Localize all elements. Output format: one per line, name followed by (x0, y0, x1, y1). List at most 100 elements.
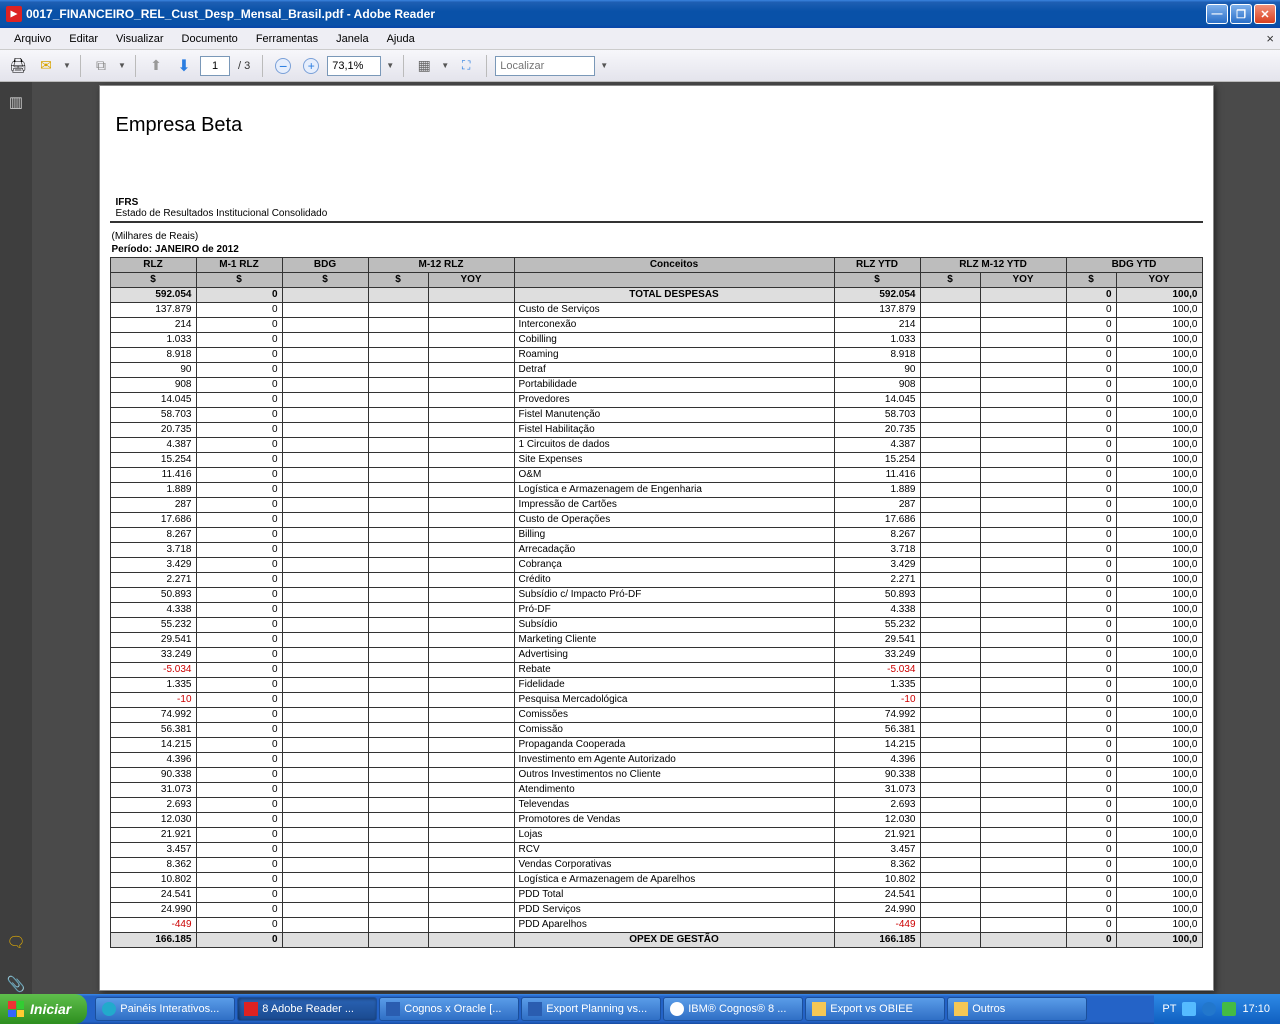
menu-janela[interactable]: Janela (328, 31, 376, 47)
menu-visualizar[interactable]: Visualizar (108, 31, 172, 47)
maximize-button[interactable]: ❐ (1230, 4, 1252, 24)
table-row: 1.8890 Logística e Armazenagem de Engenh… (110, 483, 1202, 498)
attachments-panel-icon[interactable]: 📎 (6, 974, 26, 994)
task-app-icon (244, 1002, 258, 1016)
task-item[interactable]: Export Planning vs... (521, 997, 661, 1021)
table-row: 9080 Portabilidade 908 0100,0 (110, 378, 1202, 393)
next-page-button[interactable] (172, 54, 196, 78)
find-dropdown-icon[interactable]: ▼ (599, 61, 609, 70)
task-item[interactable]: Cognos x Oracle [... (379, 997, 519, 1021)
table-row: -100 Pesquisa Mercadológica -10 0100,0 (110, 693, 1202, 708)
table-header-row-1: RLZ M-1 RLZ BDG M-12 RLZ Conceitos RLZ Y… (110, 258, 1202, 273)
zoom-in-button[interactable] (299, 54, 323, 78)
menubar-close-icon[interactable]: × (1266, 31, 1274, 46)
zoom-out-button[interactable] (271, 54, 295, 78)
table-row: 4.3380 Pró-DF 4.338 0100,0 (110, 603, 1202, 618)
tray-icon[interactable] (1202, 1002, 1216, 1016)
report-table: RLZ M-1 RLZ BDG M-12 RLZ Conceitos RLZ Y… (110, 257, 1203, 948)
table-row: 29.5410 Marketing Cliente 29.541 0100,0 (110, 633, 1202, 648)
table-row: 31.0730 Atendimento 31.073 0100,0 (110, 783, 1202, 798)
table-row: 900 Detraf 90 0100,0 (110, 363, 1202, 378)
table-row: 21.9210 Lojas 21.921 0100,0 (110, 828, 1202, 843)
menu-documento[interactable]: Documento (174, 31, 246, 47)
task-item-label: 8 Adobe Reader ... (262, 1003, 354, 1015)
col-rlzm12-ytd: RLZ M-12 YTD (920, 258, 1066, 273)
thumbnails-panel-icon[interactable]: ▥ (6, 92, 26, 112)
company-name: Empresa Beta (116, 114, 1203, 137)
page-number-input[interactable] (200, 56, 230, 76)
start-label: Iniciar (30, 1001, 71, 1017)
table-row: 137.8790 Custo de Serviços 137.879 0100,… (110, 303, 1202, 318)
page-count-label: / 3 (234, 60, 254, 72)
task-item-label: IBM® Cognos® 8 ... (688, 1003, 786, 1015)
table-row: 4.3870 1 Circuitos de dados 4.387 0100,0 (110, 438, 1202, 453)
table-row: 14.0450 Provedores 14.045 0100,0 (110, 393, 1202, 408)
task-item-label: Painéis Interativos... (120, 1003, 219, 1015)
find-input[interactable] (495, 56, 595, 76)
separator (403, 55, 404, 77)
tray-icon[interactable] (1182, 1002, 1196, 1016)
table-row: 55.2320 Subsídio 55.232 0100,0 (110, 618, 1202, 633)
ifrs-heading: IFRS (116, 197, 1203, 208)
ifrs-subtitle: Estado de Resultados Institucional Conso… (116, 208, 1203, 219)
task-item[interactable]: IBM® Cognos® 8 ... (663, 997, 803, 1021)
pages-history-dropdown-icon[interactable]: ▼ (117, 61, 127, 70)
task-app-icon (670, 1002, 684, 1016)
task-app-icon (102, 1002, 116, 1016)
table-row: 24.9900 PDD Serviços 24.990 0100,0 (110, 903, 1202, 918)
table-row: 8.9180 Roaming 8.918 0100,0 (110, 348, 1202, 363)
language-indicator[interactable]: PT (1162, 1003, 1176, 1015)
clock[interactable]: 17:10 (1242, 1003, 1270, 1015)
table-row: 50.8930 Subsídio c/ Impacto Pró-DF 50.89… (110, 588, 1202, 603)
table-row: 8.3620 Vendas Corporativas 8.362 0100,0 (110, 858, 1202, 873)
table-row: 12.0300 Promotores de Vendas 12.030 0100… (110, 813, 1202, 828)
table-row: 8.2670 Billing 8.267 0100,0 (110, 528, 1202, 543)
start-button[interactable]: Iniciar (0, 994, 87, 1024)
toolbar: ▼ ▼ / 3 ▼ ▼ ▼ (0, 50, 1280, 82)
table-row: 15.2540 Site Expenses 15.254 0100,0 (110, 453, 1202, 468)
page-display-dropdown-icon[interactable]: ▼ (440, 61, 450, 70)
col-bdg: BDG (282, 258, 368, 273)
document-viewport[interactable]: Empresa Beta IFRS Estado de Resultados I… (32, 82, 1280, 994)
pages-history-button[interactable] (89, 54, 113, 78)
table-row: 3.4290 Cobrança 3.429 0100,0 (110, 558, 1202, 573)
separator (135, 55, 136, 77)
task-app-icon (386, 1002, 400, 1016)
currency-note: (Milhares de Reais) (112, 231, 1203, 242)
task-item[interactable]: Outros (947, 997, 1087, 1021)
page-display-button[interactable] (412, 54, 436, 78)
period-label: Período: JANEIRO de 2012 (112, 244, 1203, 255)
task-item[interactable]: Painéis Interativos... (95, 997, 235, 1021)
system-tray[interactable]: PT 17:10 (1154, 994, 1280, 1024)
menu-arquivo[interactable]: Arquivo (6, 31, 59, 47)
menubar: Arquivo Editar Visualizar Documento Ferr… (0, 28, 1280, 50)
menu-ferramentas[interactable]: Ferramentas (248, 31, 326, 47)
comments-panel-icon[interactable]: 🗨 (6, 932, 26, 952)
menu-editar[interactable]: Editar (61, 31, 106, 47)
divider (110, 221, 1203, 223)
menu-ajuda[interactable]: Ajuda (379, 31, 423, 47)
windows-logo-icon (8, 1001, 24, 1017)
task-item[interactable]: Export vs OBIEE (805, 997, 945, 1021)
zoom-level-input[interactable] (327, 56, 381, 76)
task-item[interactable]: 8 Adobe Reader ... (237, 997, 377, 1021)
zoom-dropdown-icon[interactable]: ▼ (385, 61, 395, 70)
fit-page-button[interactable] (454, 54, 478, 78)
email-dropdown-icon[interactable]: ▼ (62, 61, 72, 70)
prev-page-button[interactable] (144, 54, 168, 78)
tray-icon[interactable] (1222, 1002, 1236, 1016)
table-row: 592.0540 TOTAL DESPESAS 592.054 0100,0 (110, 288, 1202, 303)
minimize-button[interactable]: — (1206, 4, 1228, 24)
table-row: 20.7350 Fistel Habilitação 20.735 0100,0 (110, 423, 1202, 438)
col-m12rlz: M-12 RLZ (368, 258, 514, 273)
email-button[interactable] (34, 54, 58, 78)
taskbar: Iniciar Painéis Interativos... 8 Adobe R… (0, 994, 1280, 1024)
close-button[interactable]: ✕ (1254, 4, 1276, 24)
table-row: 2140 Interconexão 214 0100,0 (110, 318, 1202, 333)
col-rlz-ytd: RLZ YTD (834, 258, 920, 273)
table-row: 74.9920 Comissões 74.992 0100,0 (110, 708, 1202, 723)
print-button[interactable] (6, 54, 30, 78)
task-item-label: Export vs OBIEE (830, 1003, 913, 1015)
table-row: 24.5410 PDD Total 24.541 0100,0 (110, 888, 1202, 903)
table-row: 14.2150 Propaganda Cooperada 14.215 0100… (110, 738, 1202, 753)
